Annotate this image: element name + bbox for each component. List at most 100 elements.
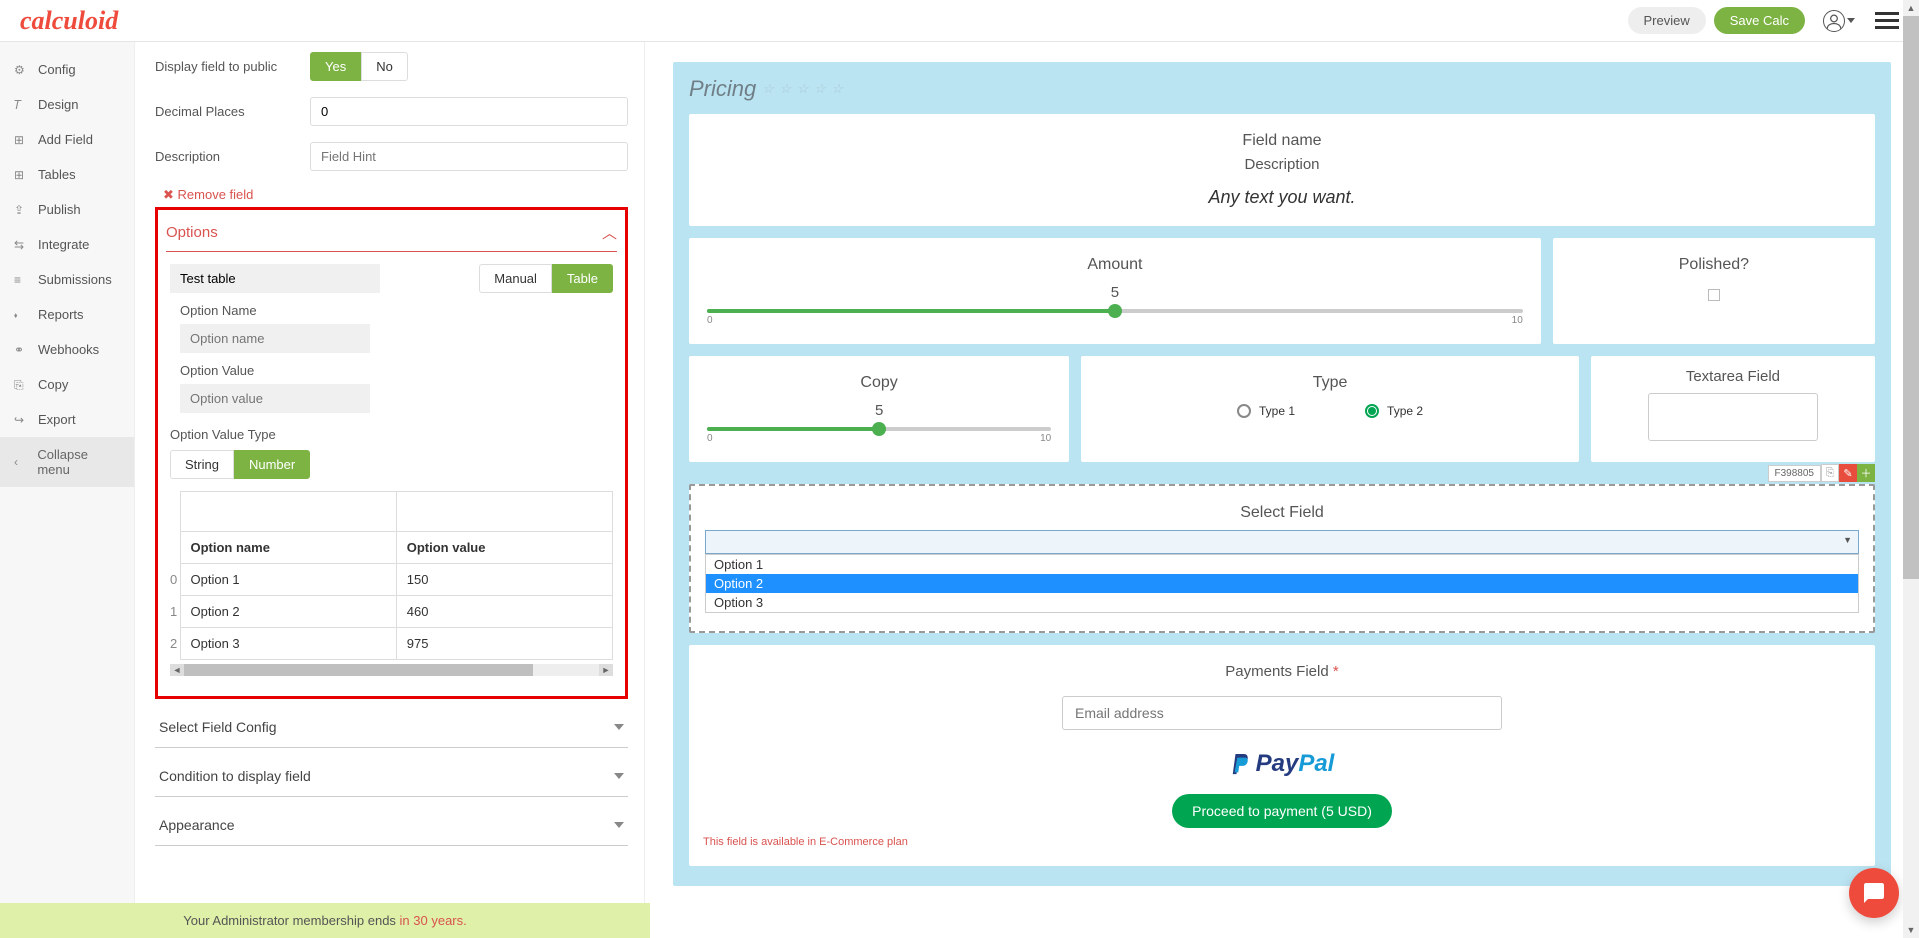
dropdown-option[interactable]: Option 1 <box>706 555 1858 574</box>
fieldname-desc: Description <box>703 156 1861 173</box>
accordion-label: Appearance <box>159 817 235 833</box>
decimal-input[interactable] <box>310 97 628 126</box>
sidebar-item-label: Add Field <box>38 132 93 147</box>
logo[interactable]: calculoid <box>20 6 118 36</box>
copy-max: 10 <box>1040 433 1051 444</box>
sidebar-item-submissions[interactable]: ≡Submissions <box>0 262 134 297</box>
manual-btn[interactable]: Manual <box>479 264 552 293</box>
sidebar-item-design[interactable]: 𝑇Design <box>0 87 134 122</box>
radio-icon <box>1237 404 1251 418</box>
desc-input[interactable] <box>310 142 628 171</box>
ecom-note: This field is available in E-Commerce pl… <box>703 836 1861 848</box>
scroll-down-arrow[interactable]: ▼ <box>1903 922 1919 938</box>
rating-stars[interactable]: ☆ ☆ ☆ ☆ ☆ <box>762 81 844 97</box>
export-icon: ↪ <box>14 413 28 427</box>
hscrollbar[interactable]: ◄ ► <box>170 664 613 676</box>
user-menu[interactable] <box>1823 10 1855 32</box>
reports-icon: ⬪ <box>14 308 28 322</box>
copy-min: 0 <box>707 433 713 444</box>
number-btn[interactable]: Number <box>234 450 310 479</box>
email-input[interactable] <box>1062 696 1502 730</box>
amount-min: 0 <box>707 315 713 326</box>
filter-row <box>170 492 613 532</box>
th-name: Option name <box>180 532 396 564</box>
accordion-appearance[interactable]: Appearance <box>155 805 628 846</box>
chat-fab[interactable] <box>1849 868 1899 918</box>
radio-type2[interactable]: Type 2 <box>1365 402 1423 418</box>
sidebar-item-copy[interactable]: ⎘Copy <box>0 367 134 402</box>
amount-max: 10 <box>1512 315 1523 326</box>
dropdown-option[interactable]: Option 3 <box>706 593 1858 612</box>
sidebar-collapse[interactable]: ‹Collapse menu <box>0 437 134 487</box>
page-scrollbar[interactable]: ▲ ▼ <box>1903 0 1919 938</box>
table-row[interactable]: 2 Option 3 975 <box>170 628 613 660</box>
row-index: 1 <box>170 596 180 628</box>
sidebar-item-label: Submissions <box>38 272 112 287</box>
topbar-right: Preview Save Calc <box>1628 7 1900 34</box>
filter-value-input[interactable] <box>407 500 602 523</box>
hamburger-menu[interactable] <box>1875 8 1899 33</box>
gear-icon: ⚙ <box>14 63 28 77</box>
hscroll-right[interactable]: ► <box>599 664 613 676</box>
preview-button[interactable]: Preview <box>1628 7 1706 34</box>
opt-value-input[interactable] <box>180 384 370 413</box>
accordion-condition[interactable]: Condition to display field <box>155 756 628 797</box>
hscroll-left[interactable]: ◄ <box>170 664 184 676</box>
required-star: * <box>1333 663 1339 680</box>
filter-name-input[interactable] <box>191 500 386 523</box>
hscroll-track[interactable] <box>184 664 599 676</box>
hscroll-thumb[interactable] <box>184 664 533 676</box>
proceed-button[interactable]: Proceed to payment (5 USD) <box>1172 794 1392 828</box>
sidebar-item-webhooks[interactable]: ⚭Webhooks <box>0 332 134 367</box>
copy-slider[interactable]: 5 010 <box>703 402 1055 444</box>
textarea-label: Textarea Field <box>1601 368 1865 385</box>
sidebar-item-integrate[interactable]: ⇆Integrate <box>0 227 134 262</box>
textarea-input[interactable] <box>1648 393 1818 441</box>
edit-field-button[interactable]: ✎ <box>1839 464 1857 482</box>
sidebar-item-addfield[interactable]: ⊞Add Field <box>0 122 134 157</box>
amount-label: Amount <box>703 256 1527 274</box>
table-btn[interactable]: Table <box>552 264 613 293</box>
publish-icon: ⇪ <box>14 203 28 217</box>
save-button[interactable]: Save Calc <box>1714 7 1805 34</box>
sidebar-item-config[interactable]: ⚙Config <box>0 52 134 87</box>
options-table: Option name Option value 0 Option 1 150 … <box>170 491 613 660</box>
string-btn[interactable]: String <box>170 450 234 479</box>
remove-field-text: Remove field <box>178 187 254 202</box>
card-amount: Amount 5 010 <box>689 238 1541 344</box>
amount-slider[interactable]: 5 010 <box>703 284 1527 326</box>
table-row[interactable]: 0 Option 1 150 <box>170 564 613 596</box>
scroll-up-arrow[interactable]: ▲ <box>1903 0 1919 16</box>
sidebar-item-publish[interactable]: ⇪Publish <box>0 192 134 227</box>
display-toggle: Yes No <box>310 52 408 81</box>
dropdown-option[interactable]: Option 2 <box>706 574 1858 593</box>
options-panel: Options ︿ Manual Table Option Name Optio… <box>155 207 628 699</box>
sidebar-item-label: Reports <box>38 307 84 322</box>
card-select[interactable]: F398805 ⎘ ✎ ＋ Select Field Option 1 Opti… <box>689 484 1875 633</box>
select-badges: F398805 ⎘ ✎ ＋ <box>1768 464 1875 482</box>
scroll-thumb[interactable] <box>1903 16 1919 579</box>
radio-type1[interactable]: Type 1 <box>1237 402 1295 418</box>
display-label: Display field to public <box>155 59 310 74</box>
sidebar-item-reports[interactable]: ⬪ Reports <box>0 297 134 332</box>
select-dropdown[interactable] <box>705 530 1859 554</box>
opt-type-label: Option Value Type <box>170 427 613 442</box>
field-id-badge: F398805 <box>1768 465 1821 482</box>
row-display: Display field to public Yes No <box>155 52 628 81</box>
sidebar-item-tables[interactable]: ⊞Tables <box>0 157 134 192</box>
cell-name: Option 1 <box>180 564 396 596</box>
add-field-button[interactable]: ＋ <box>1857 464 1875 482</box>
opt-name-input[interactable] <box>180 324 370 353</box>
card-row-1: Amount 5 010 Polished? <box>689 238 1875 344</box>
polished-checkbox[interactable] <box>1708 289 1720 301</box>
display-no[interactable]: No <box>361 52 408 81</box>
options-header[interactable]: Options ︿ <box>166 218 617 252</box>
display-yes[interactable]: Yes <box>310 52 361 81</box>
table-name-input[interactable] <box>170 264 380 293</box>
sidebar-item-export[interactable]: ↪Export <box>0 402 134 437</box>
accordion-config[interactable]: Select Field Config <box>155 707 628 748</box>
payments-label: Payments Field * <box>703 663 1861 680</box>
table-row[interactable]: 1 Option 2 460 <box>170 596 613 628</box>
copy-field-button[interactable]: ⎘ <box>1821 464 1839 482</box>
remove-field-link[interactable]: ✖ Remove field <box>163 187 628 203</box>
